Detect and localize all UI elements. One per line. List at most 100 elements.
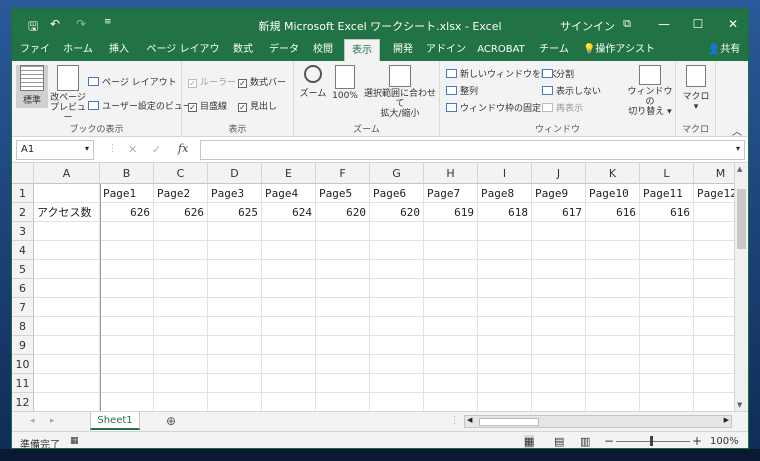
table-cell[interactable] <box>316 393 370 411</box>
table-cell[interactable]: 626 <box>154 203 208 222</box>
freeze-panes-button[interactable]: ウィンドウ枠の固定 ▾ <box>446 101 548 114</box>
macros-button[interactable]: マクロ ▾ <box>680 65 712 112</box>
table-cell[interactable] <box>640 374 694 393</box>
scroll-down-icon[interactable]: ▼ <box>737 401 742 409</box>
table-cell[interactable] <box>34 260 100 279</box>
zoom-slider-thumb[interactable] <box>650 436 653 446</box>
table-cell[interactable] <box>208 279 262 298</box>
table-cell[interactable] <box>34 241 100 260</box>
name-box[interactable]: A1 ▾ <box>16 140 94 160</box>
table-cell[interactable]: 624 <box>262 203 316 222</box>
table-cell[interactable] <box>640 317 694 336</box>
cancel-icon[interactable]: ✕ <box>128 143 137 156</box>
table-cell[interactable] <box>370 222 424 241</box>
add-sheet-icon[interactable]: ⊕ <box>166 414 176 428</box>
arrange-button[interactable]: 整列 <box>446 84 478 97</box>
tab-formulas[interactable]: 数式 <box>228 39 258 61</box>
scroll-up-icon[interactable]: ▲ <box>737 165 742 173</box>
page-layout-button[interactable]: ページ レイアウト <box>88 75 177 88</box>
table-cell[interactable]: Page10 <box>586 184 640 203</box>
table-cell[interactable] <box>154 279 208 298</box>
table-cell[interactable] <box>424 298 478 317</box>
zoom-out-icon[interactable]: − <box>604 434 614 448</box>
table-cell[interactable]: 626 <box>100 203 154 222</box>
row-header[interactable]: 10 <box>12 355 34 374</box>
table-cell[interactable]: Page4 <box>262 184 316 203</box>
formula-input[interactable]: ▾ <box>200 140 745 160</box>
tab-acrobat[interactable]: ACROBAT <box>474 39 528 61</box>
table-cell[interactable] <box>316 222 370 241</box>
collapse-ribbon-icon[interactable]: ︿ <box>732 123 742 138</box>
table-cell[interactable] <box>370 298 424 317</box>
table-cell[interactable] <box>208 374 262 393</box>
table-cell[interactable]: Page2 <box>154 184 208 203</box>
table-cell[interactable] <box>478 260 532 279</box>
table-cell[interactable] <box>586 355 640 374</box>
row-header[interactable]: 2 <box>12 203 34 222</box>
table-cell[interactable] <box>154 317 208 336</box>
page-layout-view-icon[interactable]: ▤ <box>554 435 564 448</box>
maximize-button[interactable]: ☐ <box>687 14 709 34</box>
table-cell[interactable] <box>640 355 694 374</box>
column-header[interactable]: K <box>586 163 640 184</box>
table-cell[interactable]: 620 <box>370 203 424 222</box>
signin-link[interactable]: サインイン <box>560 18 615 34</box>
table-cell[interactable] <box>640 336 694 355</box>
table-cell[interactable] <box>262 298 316 317</box>
table-cell[interactable] <box>532 336 586 355</box>
table-cell[interactable] <box>100 222 154 241</box>
table-cell[interactable] <box>370 336 424 355</box>
ruler-checkbox[interactable]: ✓ ルーラー <box>188 75 236 88</box>
table-cell[interactable] <box>100 374 154 393</box>
table-cell[interactable] <box>586 393 640 411</box>
table-cell[interactable] <box>316 241 370 260</box>
table-cell[interactable] <box>640 241 694 260</box>
table-cell[interactable] <box>34 317 100 336</box>
gridlines-checkbox[interactable]: ✓ 目盛線 <box>188 99 227 112</box>
share-button[interactable]: 👤共有 <box>702 39 746 61</box>
tab-data[interactable]: データ <box>266 39 302 61</box>
table-cell[interactable] <box>316 355 370 374</box>
table-cell[interactable] <box>262 317 316 336</box>
table-cell[interactable] <box>154 374 208 393</box>
table-cell[interactable] <box>208 355 262 374</box>
row-header[interactable]: 4 <box>12 241 34 260</box>
table-cell[interactable] <box>370 393 424 411</box>
table-cell[interactable] <box>262 279 316 298</box>
row-header[interactable]: 3 <box>12 222 34 241</box>
table-cell[interactable] <box>586 336 640 355</box>
normal-view-button[interactable]: 標準 <box>16 65 48 108</box>
table-cell[interactable] <box>370 355 424 374</box>
table-cell[interactable] <box>478 393 532 411</box>
table-cell[interactable] <box>370 374 424 393</box>
table-cell[interactable]: Page6 <box>370 184 424 203</box>
table-cell[interactable] <box>316 260 370 279</box>
table-cell[interactable] <box>208 336 262 355</box>
zoom-selection-button[interactable]: 選択範囲に合わせて 拡大/縮小 <box>362 65 438 119</box>
table-cell[interactable] <box>34 374 100 393</box>
scroll-thumb[interactable] <box>479 418 539 426</box>
table-cell[interactable]: 619 <box>424 203 478 222</box>
table-cell[interactable] <box>532 241 586 260</box>
table-cell[interactable] <box>154 355 208 374</box>
zoom-button[interactable]: ズーム <box>298 65 328 99</box>
table-cell[interactable]: 616 <box>640 203 694 222</box>
table-cell[interactable] <box>262 336 316 355</box>
tab-tell-me[interactable]: 💡操作アシスト <box>580 39 658 61</box>
table-cell[interactable] <box>154 393 208 411</box>
table-cell[interactable] <box>532 222 586 241</box>
table-cell[interactable]: 616 <box>586 203 640 222</box>
table-cell[interactable] <box>478 222 532 241</box>
table-cell[interactable] <box>208 222 262 241</box>
select-all-corner[interactable] <box>12 163 34 184</box>
row-header[interactable]: 6 <box>12 279 34 298</box>
table-cell[interactable] <box>532 260 586 279</box>
table-cell[interactable] <box>586 260 640 279</box>
table-cell[interactable] <box>34 222 100 241</box>
table-cell[interactable] <box>370 260 424 279</box>
table-cell[interactable] <box>478 298 532 317</box>
table-cell[interactable] <box>370 279 424 298</box>
scroll-left-icon[interactable]: ◀ <box>467 416 472 424</box>
table-cell[interactable]: 620 <box>316 203 370 222</box>
table-cell[interactable]: Page1 <box>100 184 154 203</box>
